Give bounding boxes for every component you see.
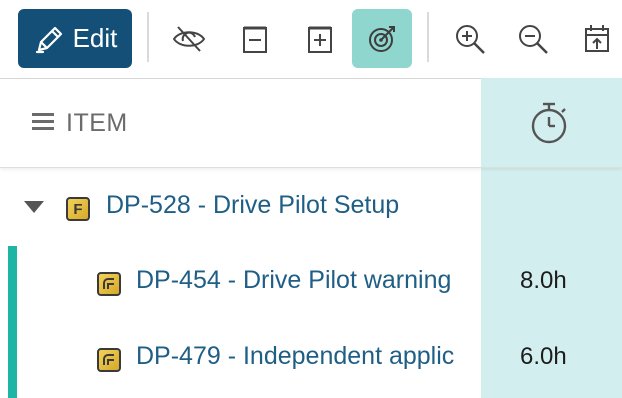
zoom-out-icon[interactable] <box>503 9 563 68</box>
hours-value: 6.0h <box>520 343 567 370</box>
table-row[interactable]: F DP-528 - Drive Pilot Setup <box>0 170 622 246</box>
toolbar-divider <box>427 12 429 62</box>
zoom-in-icon[interactable] <box>440 9 500 68</box>
toolbar: Edit <box>0 0 622 79</box>
story-icon <box>97 348 121 372</box>
hide-icon[interactable] <box>159 9 219 68</box>
gantt-view: Edit ITEM F DP-528 - Drive Pilot Setup D… <box>0 0 622 398</box>
table-row[interactable]: DP-479 - Independent applic 6.0h <box>0 321 622 397</box>
issue-link[interactable]: DP-454 - Drive Pilot warning <box>136 266 481 295</box>
toolbar-divider <box>147 12 149 62</box>
issue-link[interactable]: DP-528 - Drive Pilot Setup <box>106 191 480 220</box>
edit-button[interactable]: Edit <box>18 9 132 68</box>
story-icon <box>97 272 121 296</box>
menu-icon[interactable] <box>32 109 54 138</box>
edit-label: Edit <box>72 23 118 53</box>
stopwatch-icon <box>527 100 571 151</box>
feature-icon: F <box>66 197 90 221</box>
item-header-label: ITEM <box>66 108 128 137</box>
expand-caret-icon[interactable] <box>24 201 44 213</box>
expand-icon[interactable] <box>289 9 349 68</box>
issue-link[interactable]: DP-479 - Independent applic <box>136 342 481 371</box>
target-icon[interactable] <box>352 9 412 68</box>
hours-value: 8.0h <box>520 267 567 294</box>
calendar-icon[interactable] <box>566 9 622 68</box>
pencil-icon <box>33 22 67 56</box>
column-header-row: ITEM <box>0 79 622 168</box>
item-column-header[interactable]: ITEM <box>32 79 128 167</box>
collapse-icon[interactable] <box>224 9 284 68</box>
table-row[interactable]: DP-454 - Drive Pilot warning 8.0h <box>0 245 622 321</box>
